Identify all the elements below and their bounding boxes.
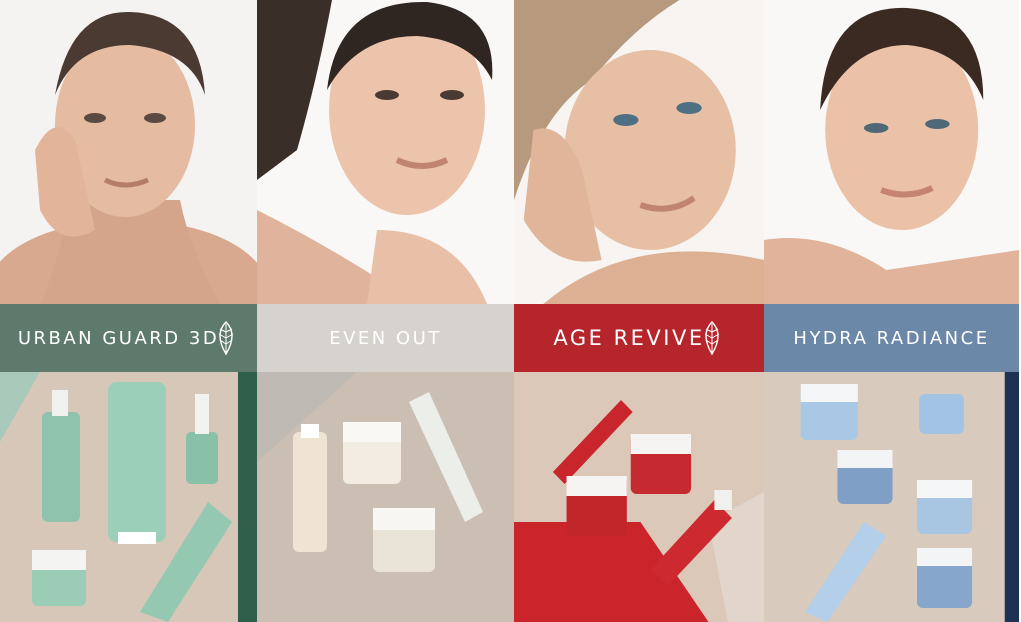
leaf-icon xyxy=(218,321,234,356)
model-portrait-image xyxy=(514,0,764,304)
model-portrait-image xyxy=(764,0,1019,304)
banner-age-revive[interactable]: AGE REVIVE xyxy=(514,304,764,372)
model-portrait-image xyxy=(257,0,514,304)
product-line-grid: URBAN GUARD 3D EVEN OUT AGE REVIVE HYDRA… xyxy=(0,0,1021,622)
leaf-icon xyxy=(704,321,719,356)
banner-urban-guard-3d[interactable]: URBAN GUARD 3D xyxy=(0,304,257,372)
panel-title: HYDRA RADIANCE xyxy=(793,327,990,349)
panel-urban-guard-3d[interactable]: URBAN GUARD 3D xyxy=(0,0,257,622)
banner-hydra-radiance[interactable]: HYDRA RADIANCE xyxy=(764,304,1019,372)
panel-even-out[interactable]: EVEN OUT xyxy=(257,0,514,622)
product-lineup-image xyxy=(257,372,514,622)
panel-title: URBAN GUARD 3D xyxy=(17,327,220,349)
product-lineup-image xyxy=(0,372,257,622)
panel-hydra-radiance[interactable]: HYDRA RADIANCE xyxy=(764,0,1019,622)
panel-age-revive[interactable]: AGE REVIVE xyxy=(514,0,764,622)
panel-title: EVEN OUT xyxy=(329,327,442,349)
panel-title: AGE REVIVE xyxy=(553,326,705,350)
banner-even-out[interactable]: EVEN OUT xyxy=(257,304,514,372)
product-lineup-image xyxy=(764,372,1019,622)
product-lineup-image xyxy=(514,372,764,622)
model-portrait-image xyxy=(0,0,257,304)
